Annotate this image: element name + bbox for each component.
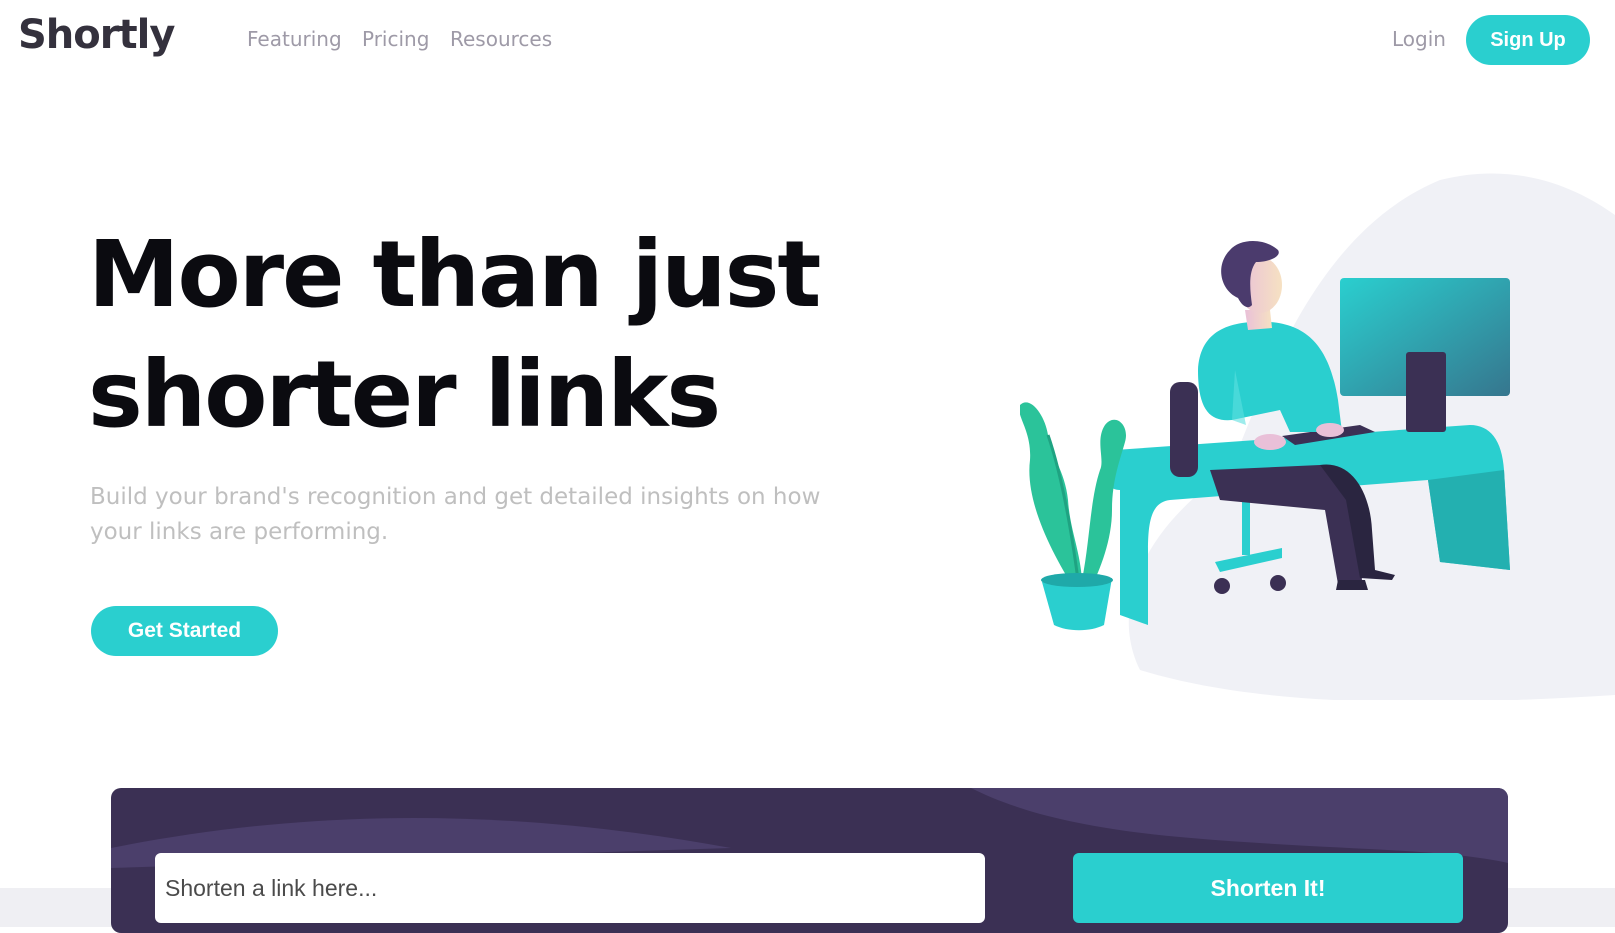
hero-title: More than just shorter links xyxy=(88,221,821,448)
person-working-illustration xyxy=(1020,173,1615,700)
top-nav: Shortly Featuring Pricing Resources Logi… xyxy=(0,0,1615,80)
hero-subtitle: Build your brand's recognition and get d… xyxy=(90,484,821,545)
nav-link-featuring[interactable]: Featuring xyxy=(247,27,342,51)
plant-leaves xyxy=(1020,402,1126,590)
shorten-form: Shorten It! xyxy=(111,788,1508,933)
sign-up-button[interactable]: Sign Up xyxy=(1466,15,1590,65)
link-input[interactable] xyxy=(155,853,985,923)
get-started-button[interactable]: Get Started xyxy=(91,606,278,656)
nav-link-pricing[interactable]: Pricing xyxy=(362,27,429,51)
login-link[interactable]: Login xyxy=(1392,27,1446,51)
shorten-it-button[interactable]: Shorten It! xyxy=(1073,853,1463,923)
nav-link-resources[interactable]: Resources xyxy=(450,27,552,51)
logo[interactable]: Shortly xyxy=(18,12,175,58)
